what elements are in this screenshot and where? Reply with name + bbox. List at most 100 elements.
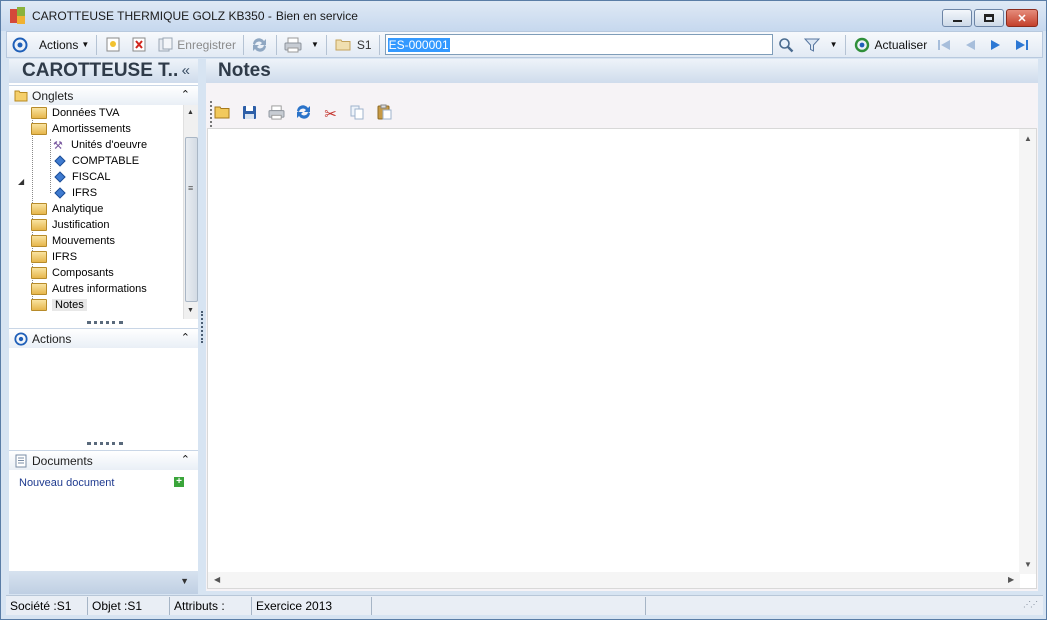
copy-icon [350,105,365,124]
scroll-up-icon[interactable]: ▲ [187,109,194,116]
section-resize-handle[interactable] [87,442,123,445]
folder-icon [214,105,231,123]
maximize-button[interactable] [974,9,1004,27]
sync-note-button[interactable] [293,104,314,125]
folder-icon [31,251,47,263]
chevron-down-icon[interactable]: ▼ [180,576,189,586]
collapse-panel-icon[interactable]: « [182,62,190,79]
left-panel-footer: ▼ [9,571,198,594]
toolbar-separator [96,34,98,55]
tree-item-donnees-tva[interactable]: Données TVA [31,105,119,121]
add-icon[interactable]: + [174,477,184,487]
notes-editor[interactable]: ▲ ▼ ◀ ▶ [207,128,1037,589]
tree-item-fiscal[interactable]: FISCAL [53,169,111,185]
tabs-section-label: Onglets [32,88,74,103]
print-button[interactable]: ▼ [280,34,323,56]
tree-item-comptable[interactable]: COMPTABLE [53,153,139,169]
documents-section-label: Documents [32,453,93,468]
documents-section-header[interactable]: Documents ⌃ [9,450,198,470]
actions-menu-button[interactable]: Actions ▼ [7,34,93,56]
folder-icon [31,203,47,215]
target-icon [13,331,29,346]
folder-icon [31,283,47,295]
company-button[interactable]: S1 [330,34,376,56]
expand-toggle-icon[interactable]: ◢ [18,177,24,186]
scroll-down-icon[interactable]: ▼ [187,307,194,314]
toolbar-separator [275,34,277,55]
actions-section-label: Actions [32,331,72,346]
diamond-icon [54,155,66,167]
sync-button[interactable] [247,34,273,56]
save-doc-icon [156,36,174,54]
horizontal-scrollbar[interactable]: ◀ ▶ [208,572,1020,588]
search-button[interactable] [773,34,799,56]
printer-icon [284,36,302,54]
tree-item-composants[interactable]: Composants [31,265,114,281]
resize-grip-icon[interactable]: ⋰⋰ [1023,600,1038,609]
open-button[interactable] [212,104,233,125]
paste-button[interactable] [374,104,395,125]
delete-button[interactable] [126,34,152,56]
refresh-button[interactable]: Actualiser [849,34,932,56]
scroll-left-icon[interactable]: ◀ [214,575,220,584]
tabs-section-header[interactable]: Onglets ⌃ [9,85,198,105]
close-button[interactable]: ✕ [1006,9,1038,27]
vertical-scrollbar[interactable]: ▲ ▼ [1019,129,1036,574]
tree-item-mouvements[interactable]: Mouvements [31,233,115,249]
tree-scrollbar[interactable]: ▲ ≡ ▼ [183,105,198,319]
minimize-button[interactable] [942,9,972,27]
sync-icon [295,104,312,124]
folder-icon [13,90,29,102]
previous-record-button[interactable] [957,34,983,56]
collapse-section-icon[interactable]: ⌃ [181,453,190,466]
next-record-button[interactable] [983,34,1009,56]
app-window: CAROTTEUSE THERMIQUE GOLZ KB350 - Bien e… [0,0,1047,620]
document-icon [13,454,29,468]
print-note-button[interactable] [266,104,287,125]
chevron-down-icon: ▼ [310,40,319,49]
scrollbar-thumb[interactable] [185,137,198,302]
save-button[interactable]: Enregistrer [152,34,240,56]
first-record-button[interactable] [931,34,957,56]
tree-item-notes[interactable]: Notes [31,297,87,313]
filter-button[interactable]: ▼ [799,34,842,56]
diamond-icon [54,171,66,183]
left-panel: CAROTTEUSE T.. « Onglets ⌃ ◢ Données TVA… [9,59,198,594]
folder-open-icon [31,299,47,311]
tree-item-autres-informations[interactable]: Autres informations [31,281,147,297]
new-button[interactable] [100,34,126,56]
copy-button[interactable] [347,104,368,125]
collapse-section-icon[interactable]: ⌃ [181,88,190,101]
scroll-right-icon[interactable]: ▶ [1008,575,1014,584]
search-input[interactable]: ES-000001 [384,34,773,55]
tree-item-justification[interactable]: Justification [31,217,109,233]
status-empty-2 [646,597,1019,615]
cut-button[interactable]: ✂ [320,104,341,125]
tree-item-unites-oeuvre[interactable]: ⚒ Unités d'oeuvre [53,137,147,153]
search-icon [777,36,795,54]
target-icon [11,36,29,54]
window-title: CAROTTEUSE THERMIQUE GOLZ KB350 - [32,9,272,23]
save-note-button[interactable] [239,104,260,125]
main-toolbar: Actions ▼ Enregistrer ▼ S1 ES-000001 ▼ A… [6,31,1043,58]
toolbar-separator [325,34,327,55]
collapse-section-icon[interactable]: ⌃ [181,331,190,344]
scroll-down-icon[interactable]: ▼ [1024,560,1032,569]
delete-icon [130,36,148,54]
new-document-link[interactable]: Nouveau document [19,477,114,489]
diamond-icon [54,187,66,199]
actions-section-header[interactable]: Actions ⌃ [9,328,198,348]
notes-toolbar: ✂ [212,102,395,126]
tree-item-analytique[interactable]: Analytique [31,201,103,217]
last-record-button[interactable] [1009,34,1035,56]
section-resize-handle[interactable] [87,321,123,324]
title-bar: CAROTTEUSE THERMIQUE GOLZ KB350 - Bien e… [1,1,1046,31]
page-title: Notes [218,60,271,81]
panel-splitter[interactable] [201,311,203,343]
tree-item-ifrs[interactable]: IFRS [31,249,77,265]
tree-item-amortissements[interactable]: Amortissements [31,121,131,137]
status-attributs: Attributs : [170,596,252,615]
scroll-up-icon[interactable]: ▲ [1024,134,1032,143]
tree-item-ifrs-sub[interactable]: IFRS [53,185,97,201]
folder-icon [31,107,47,119]
